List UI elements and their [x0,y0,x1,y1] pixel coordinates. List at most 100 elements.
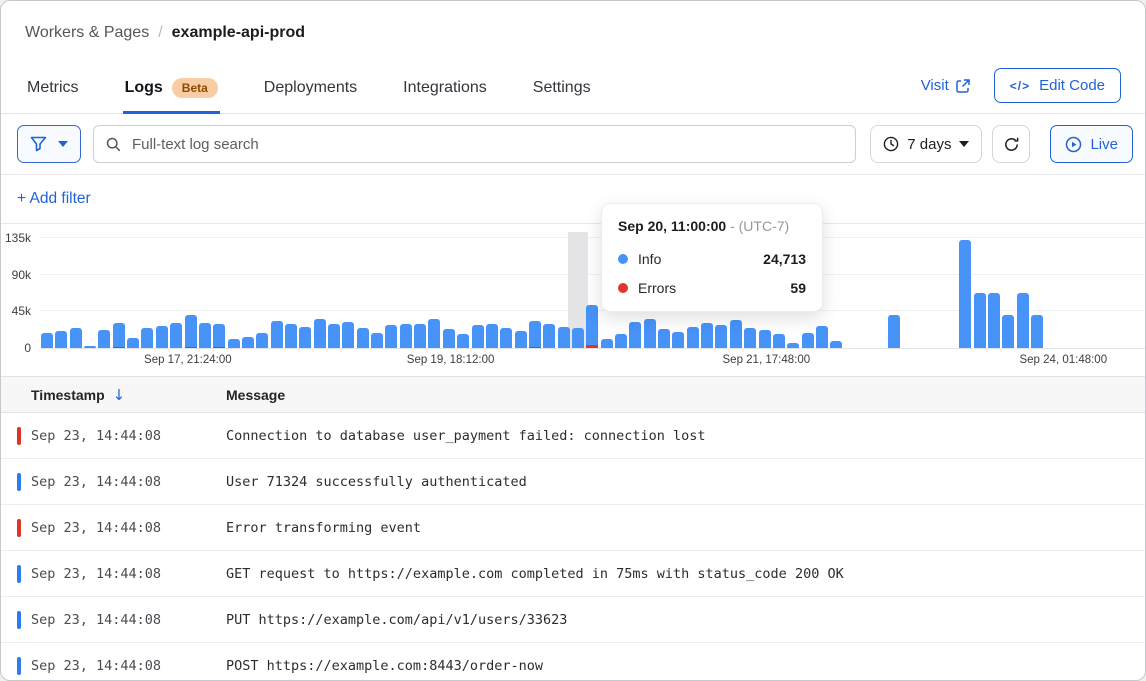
chart-bar[interactable] [185,315,197,348]
live-button[interactable]: Live [1050,125,1133,163]
chart-bar[interactable] [687,327,699,348]
chart-bar[interactable] [658,329,670,348]
chart-bar[interactable] [644,319,656,348]
x-axis-label: Sep 24, 01:48:00 [1019,354,1107,366]
chart-bar[interactable] [41,333,53,348]
chart-bar[interactable] [414,324,426,348]
visit-label: Visit [921,77,949,94]
tab-label: Metrics [27,79,79,97]
chart-bar[interactable] [787,343,799,348]
chart-bar[interactable] [486,324,498,348]
chart-bar[interactable] [328,324,340,348]
chart-bar[interactable] [773,334,785,348]
chart-bar[interactable] [974,293,986,348]
search-input[interactable] [130,135,843,154]
tooltip-row: Errors59 [618,280,806,296]
chart-bar[interactable] [529,321,541,348]
chart-bar[interactable] [113,323,125,348]
chart-bar[interactable] [888,315,900,348]
chart-bar[interactable] [127,338,139,348]
chart-bar[interactable] [141,328,153,348]
chart-bar[interactable] [213,324,225,348]
chart-bar[interactable] [730,320,742,348]
chart-bar[interactable] [1017,293,1029,348]
tooltip-rows: Info24,713Errors59 [618,251,806,296]
filter-menu-button[interactable] [17,125,81,163]
chart-bar[interactable] [672,332,684,348]
chevron-down-icon [959,141,969,147]
chart-bar[interactable] [371,333,383,348]
chart-bar[interactable] [701,323,713,348]
chart-bar[interactable] [586,305,598,348]
chart-bar[interactable] [715,325,727,348]
chart-bar[interactable] [601,339,613,348]
chart-bar[interactable] [170,323,182,348]
refresh-button[interactable] [992,125,1030,163]
play-circle-icon [1065,136,1082,153]
tab-logs[interactable]: LogsBeta [123,65,220,113]
chart-bar[interactable] [1031,315,1043,348]
chart-bar[interactable] [802,333,814,348]
chart-bar[interactable] [515,331,527,348]
timestamp-cell: Sep 23, 14:44:08 [1,473,210,491]
chart-bar[interactable] [1002,315,1014,348]
chart-bar[interactable] [55,331,67,348]
tabs: Metrics LogsBeta Deployments Integrations Se… [25,65,593,113]
table-row[interactable]: Sep 23, 14:44:08Connection to database u… [1,413,1145,459]
chart-bar[interactable] [457,334,469,348]
chart-bar[interactable] [629,322,641,348]
chart-bar[interactable] [242,337,254,348]
chart-bar[interactable] [443,329,455,348]
chart-bar-error-segment [529,347,541,349]
chart-bar[interactable] [271,321,283,348]
chart-bar[interactable] [299,327,311,348]
timestamp-cell: Sep 23, 14:44:08 [1,611,210,629]
chart-bar[interactable] [84,346,96,348]
chart-bar[interactable] [558,327,570,348]
chart-bar[interactable] [228,339,240,348]
chart-bar[interactable] [385,325,397,348]
table-row[interactable]: Sep 23, 14:44:08GET request to https://e… [1,551,1145,597]
time-range-button[interactable]: 7 days [870,125,982,163]
chart-bar[interactable] [830,341,842,348]
chart-bar[interactable] [156,326,168,348]
chart-bar[interactable] [98,330,110,348]
table-row[interactable]: Sep 23, 14:44:08POST https://example.com… [1,643,1145,681]
message-cell: User 71324 successfully authenticated [210,474,1145,490]
chart-bar[interactable] [500,328,512,348]
visit-link[interactable]: Visit [921,77,970,94]
chart-bar[interactable] [428,319,440,348]
chart-bar[interactable] [816,326,828,348]
chart-bar[interactable] [744,328,756,348]
chart-bar[interactable] [256,333,268,348]
tab-deployments[interactable]: Deployments [262,65,359,113]
tab-integrations[interactable]: Integrations [401,65,489,113]
table-row[interactable]: Sep 23, 14:44:08PUT https://example.com/… [1,597,1145,643]
chart-bar[interactable] [357,328,369,348]
chart-bar[interactable] [400,324,412,348]
chart-bar[interactable] [285,324,297,348]
chart-bar[interactable] [342,322,354,348]
chart-bar[interactable] [70,328,82,348]
table-row[interactable]: Sep 23, 14:44:08User 71324 successfully … [1,459,1145,505]
log-level-indicator-info [17,565,21,583]
edit-code-button[interactable]: </> Edit Code [994,68,1121,103]
chart-bar[interactable] [572,328,584,348]
search-box [93,125,856,163]
add-filter-button[interactable]: + Add filter [17,190,91,207]
chart-bar[interactable] [472,325,484,348]
breadcrumb-section[interactable]: Workers & Pages [25,21,149,45]
chart-bar[interactable] [199,323,211,348]
tab-settings[interactable]: Settings [531,65,593,113]
chart-bar[interactable] [314,319,326,348]
chart-bar[interactable] [759,330,771,348]
column-header-timestamp[interactable]: Timestamp ↓ [1,386,210,404]
tab-metrics[interactable]: Metrics [25,65,81,113]
chart-bar[interactable] [988,293,1000,348]
x-axis-label: Sep 21, 17:48:00 [723,354,811,366]
chart-bar[interactable] [543,324,555,348]
chart-bar[interactable] [959,240,971,348]
chart-bar[interactable] [615,334,627,348]
series-dot [618,283,628,293]
table-row[interactable]: Sep 23, 14:44:08Error transforming event [1,505,1145,551]
